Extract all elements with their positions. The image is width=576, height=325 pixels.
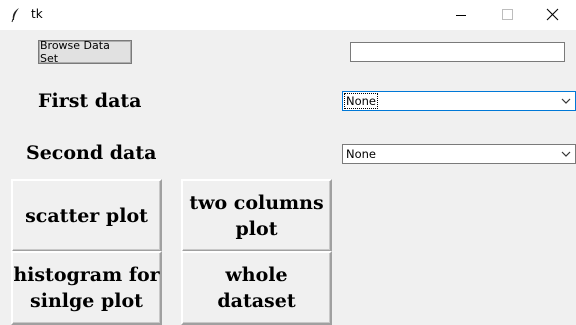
chevron-down-icon: [561, 98, 571, 104]
chevron-down-icon: [561, 151, 571, 157]
histogram-button[interactable]: histogram for sinlge plot: [11, 251, 162, 325]
minimize-button[interactable]: [438, 0, 484, 30]
title-bar[interactable]: tk: [0, 0, 576, 30]
maximize-button[interactable]: [484, 0, 530, 30]
feather-icon: [8, 7, 24, 23]
first-data-value: None: [343, 93, 379, 109]
browse-data-set-button[interactable]: Browse Data Set: [38, 39, 132, 65]
close-button[interactable]: [530, 0, 576, 30]
scatter-plot-button[interactable]: scatter plot: [11, 179, 162, 252]
window-title: tk: [31, 7, 43, 21]
first-data-label: First data: [38, 90, 142, 112]
second-data-select[interactable]: None: [342, 144, 576, 164]
file-path-input[interactable]: [350, 42, 565, 62]
second-data-label: Second data: [26, 142, 157, 164]
close-icon: [546, 8, 559, 21]
scatter-plot-label: scatter plot: [25, 204, 148, 227]
histogram-label: histogram for sinlge plot: [13, 264, 160, 312]
two-columns-plot-label: two columns plot: [189, 191, 324, 240]
minimize-icon: [456, 15, 466, 16]
whole-dataset-label: whole dataset: [217, 264, 296, 312]
maximize-icon: [502, 9, 513, 20]
first-data-select[interactable]: None: [342, 91, 576, 111]
whole-dataset-button[interactable]: whole dataset: [181, 251, 332, 325]
two-columns-plot-button[interactable]: two columns plot: [181, 179, 332, 252]
second-data-value: None: [346, 147, 377, 161]
